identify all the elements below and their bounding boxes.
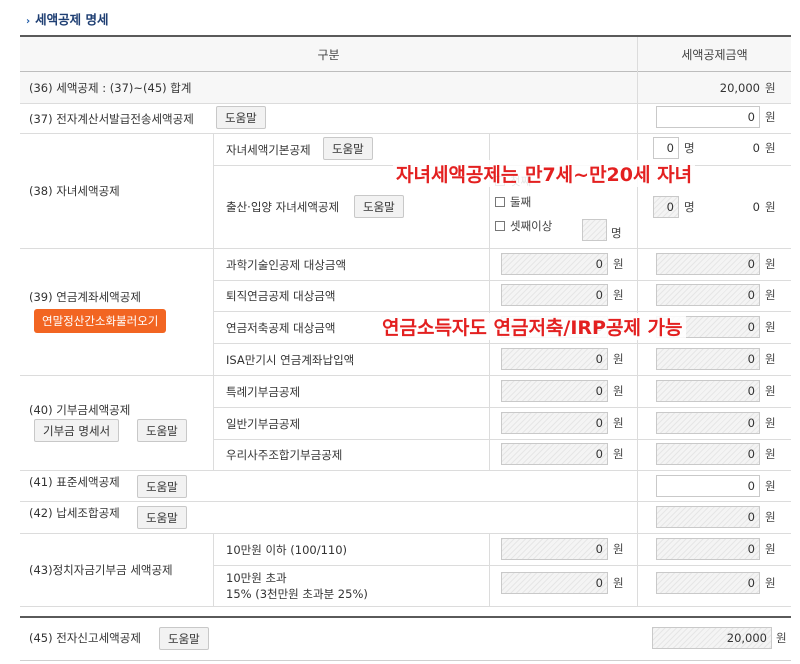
row42-input: 0 bbox=[656, 506, 760, 528]
row42-unit: 원 bbox=[765, 510, 776, 524]
row43-item1-label: 10만원 이하 (100/110) bbox=[226, 542, 348, 557]
row40-item1-base: 0 bbox=[501, 380, 608, 402]
fetch-simplified-button[interactable]: 연말정산간소화불러오기 bbox=[34, 309, 167, 333]
second-child-checkbox[interactable] bbox=[495, 197, 505, 207]
section-title-text: 세액공제 명세 bbox=[35, 12, 109, 27]
row39-item1-label: 과학기술인공제 대상금액 bbox=[226, 257, 347, 272]
row40-item3-label: 우리사주조합기부금공제 bbox=[226, 448, 343, 462]
e-filing-credit-table: (45) 전자신고세액공제 도움말 20,000 원 bbox=[20, 616, 791, 661]
row39-item2-value: 0 bbox=[656, 284, 760, 306]
unit-won: 원 bbox=[765, 447, 776, 461]
unit-won: 원 bbox=[765, 288, 776, 302]
row45-value: 20,000 bbox=[652, 627, 772, 649]
row39-item1-value: 0 bbox=[656, 253, 760, 275]
row41-input[interactable]: 0 bbox=[656, 475, 760, 497]
second-child-label: 둘째 bbox=[510, 195, 532, 209]
row39-item2-base: 0 bbox=[501, 284, 608, 306]
row38-birth-unit: 원 bbox=[765, 200, 776, 214]
row36-unit: 원 bbox=[765, 81, 776, 95]
row40-item3-base: 0 bbox=[501, 443, 608, 465]
help-button[interactable]: 도움말 bbox=[354, 195, 404, 218]
third-child-unit: 명 bbox=[611, 226, 622, 240]
header-amount: 세액공제금액 bbox=[638, 37, 791, 71]
row41-label: (41) 표준세액공제 bbox=[29, 475, 120, 489]
row43-item2-line1: 10만원 초과 bbox=[226, 571, 287, 585]
row38-birth-count-unit: 명 bbox=[684, 200, 695, 214]
row36-label: (36) 세액공제 : (37)~(45) 합계 bbox=[20, 72, 637, 103]
row39-item4-base: 0 bbox=[501, 348, 608, 370]
row38-basic-unit: 원 bbox=[765, 141, 776, 155]
row41-unit: 원 bbox=[765, 479, 776, 493]
row40-item1-label: 특례기부금공제 bbox=[226, 384, 301, 399]
row40-item2-base: 0 bbox=[501, 412, 608, 434]
unit-won: 원 bbox=[613, 447, 624, 461]
annotation-child-credit: 자녀세액공제는 만7세~만20세 자녀 bbox=[393, 160, 696, 187]
help-button[interactable]: 도움말 bbox=[137, 419, 187, 442]
row43-item1-value: 0 bbox=[656, 538, 760, 560]
row42-label: (42) 납세조합공제 bbox=[29, 506, 120, 520]
unit-won: 원 bbox=[765, 320, 776, 334]
help-button[interactable]: 도움말 bbox=[323, 137, 373, 160]
unit-won: 원 bbox=[613, 257, 624, 271]
unit-won: 원 bbox=[765, 257, 776, 271]
unit-won: 원 bbox=[765, 384, 776, 398]
third-child-checkbox[interactable] bbox=[495, 221, 505, 231]
row43-item2-value: 0 bbox=[656, 572, 760, 594]
row38-basic-value: 0 bbox=[752, 141, 760, 155]
row38-label: (38) 자녀세액공제 bbox=[29, 184, 120, 198]
row43-item2-line2: 15% (3천만원 초과분 25%) bbox=[226, 587, 368, 601]
annotation-pension-credit: 연금소득자도 연금저축/IRP공제 가능 bbox=[379, 313, 686, 340]
row40-item2-label: 일반기부금공제 bbox=[226, 416, 301, 431]
row38-birth-value: 0 bbox=[752, 200, 760, 214]
row40-item1-value: 0 bbox=[656, 380, 760, 402]
row43-item1-base: 0 bbox=[501, 538, 608, 560]
unit-won: 원 bbox=[765, 416, 776, 430]
row37-label: (37) 전자계산서발급전송세액공제 bbox=[29, 111, 194, 126]
row43-label: (43)정치자금기부금 세액공제 bbox=[29, 563, 173, 577]
unit-won: 원 bbox=[765, 576, 776, 590]
row45-unit: 원 bbox=[776, 631, 787, 645]
unit-won: 원 bbox=[765, 542, 776, 556]
row43-item2-base: 0 bbox=[501, 572, 608, 594]
unit-won: 원 bbox=[613, 542, 624, 556]
row38-birth-count: 0 bbox=[653, 196, 679, 218]
row39-item4-label: ISA만기시 연금계좌납입액 bbox=[226, 352, 355, 367]
row38-birth-label: 출산·입양 자녀세액공제 bbox=[226, 200, 340, 214]
row37-input[interactable]: 0 bbox=[656, 106, 760, 128]
header-category: 구분 bbox=[20, 37, 637, 71]
unit-won: 원 bbox=[765, 352, 776, 366]
unit-won: 원 bbox=[613, 576, 624, 590]
row38-basic-count[interactable]: 0 bbox=[653, 137, 679, 159]
row40-label: (40) 기부금세액공제 bbox=[29, 403, 131, 417]
row40-item2-value: 0 bbox=[656, 412, 760, 434]
third-child-label: 셋째이상 bbox=[510, 219, 553, 233]
help-button[interactable]: 도움말 bbox=[159, 627, 209, 650]
help-button[interactable]: 도움말 bbox=[216, 106, 266, 129]
donation-detail-button[interactable]: 기부금 명세서 bbox=[34, 419, 120, 442]
row37-unit: 원 bbox=[765, 110, 776, 124]
row39-item1-base: 0 bbox=[501, 253, 608, 275]
row38-basic-count-unit: 명 bbox=[684, 141, 695, 155]
help-button[interactable]: 도움말 bbox=[137, 506, 187, 529]
section-title: › 세액공제 명세 bbox=[26, 9, 108, 28]
help-button[interactable]: 도움말 bbox=[137, 475, 187, 498]
row45-label: (45) 전자신고세액공제 bbox=[29, 631, 141, 645]
unit-won: 원 bbox=[613, 288, 624, 302]
row39-item4-value: 0 bbox=[656, 348, 760, 370]
unit-won: 원 bbox=[613, 352, 624, 366]
third-child-count bbox=[582, 219, 607, 241]
row38-basic-label: 자녀세액기본공제 bbox=[226, 142, 311, 157]
unit-won: 원 bbox=[613, 416, 624, 430]
row40-item3-value: 0 bbox=[656, 443, 760, 465]
row39-label: (39) 연금계좌세액공제 bbox=[29, 290, 141, 304]
chevron-right-icon: › bbox=[26, 16, 31, 27]
row39-item2-label: 퇴직연금공제 대상금액 bbox=[226, 289, 336, 303]
unit-won: 원 bbox=[613, 384, 624, 398]
row36-value: 20,000 bbox=[719, 81, 760, 95]
